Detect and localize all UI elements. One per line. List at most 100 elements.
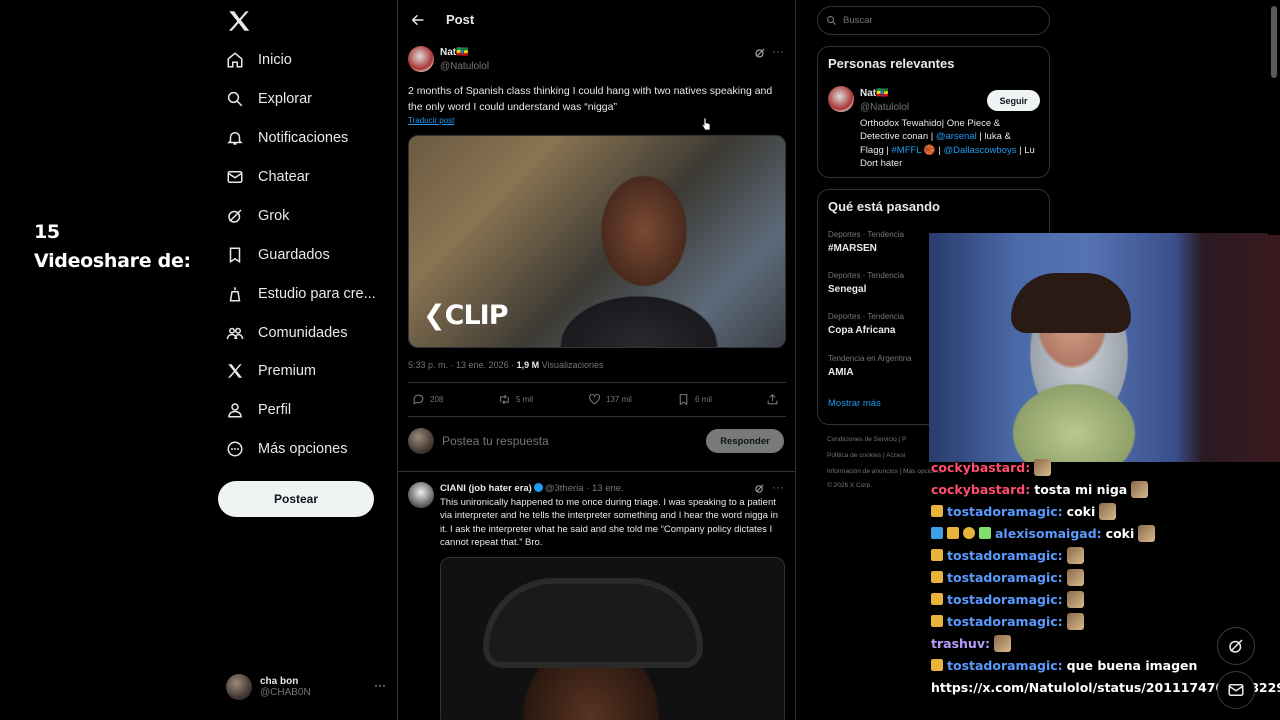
share-action[interactable] [766, 393, 779, 406]
post-media[interactable]: ❮CLIP [408, 135, 786, 348]
show-more-link[interactable]: Mostrar más [828, 398, 881, 409]
emote-icon [1066, 568, 1084, 586]
emote-icon [1066, 590, 1084, 608]
trend-category: Deportes · Tendencia [828, 312, 904, 321]
views-label: Visualizaciones [539, 360, 604, 370]
repost-action[interactable]: 5 mil [498, 393, 533, 406]
author-handle[interactable]: @Natulolol [440, 61, 489, 72]
person-name[interactable]: Nat🇪🇹 [860, 88, 889, 99]
reply-button[interactable]: Responder [706, 429, 784, 453]
trend-category: Deportes · Tendencia [828, 271, 904, 280]
post-author: Nat🇪🇹 @Natulolol ··· [408, 44, 788, 74]
reply-date[interactable]: · 13 ene. [586, 483, 624, 494]
post-time[interactable]: 5:33 p. m. · 13 ene. 2026 · [408, 360, 517, 370]
bio-link[interactable]: @Dallascowboys [943, 145, 1016, 156]
messages-float-button[interactable] [1217, 671, 1255, 709]
back-arrow-icon[interactable] [410, 12, 426, 28]
scrollbar-thumb[interactable] [1271, 6, 1277, 78]
trend-item[interactable]: Deportes · Tendencia Senegal [828, 271, 904, 295]
follow-button[interactable]: Seguir [987, 90, 1040, 111]
nav-item-estudio[interactable]: Estudio para cre... [226, 280, 376, 308]
reply-post[interactable]: CIANI (job hater era) @3theria · 13 ene. … [408, 480, 788, 720]
trend-item[interactable]: Tendencia en Argentina AMIA [828, 354, 912, 378]
grok-icon[interactable] [754, 47, 766, 59]
reply-author-name[interactable]: CIANI (job hater era) [440, 483, 532, 494]
post-detail: Post Nat🇪🇹 @Natulolol ··· 2 months of Sp… [397, 0, 796, 720]
post-meta: 5:33 p. m. · 13 ene. 2026 · 1,9 M Visual… [408, 360, 603, 370]
chat-message: tostadoramagic: [931, 589, 1084, 609]
search-input[interactable]: Buscar [817, 6, 1050, 35]
chat-message: tostadoramagic: que buena imagen [931, 655, 1197, 675]
share-icon [767, 393, 778, 405]
post-header: Post [398, 0, 796, 40]
chat-text: coki [1066, 503, 1096, 519]
bookmark-action[interactable]: 6 mil [677, 393, 712, 406]
chat-username: trashuv: [931, 635, 990, 651]
nav-item-premium[interactable]: Premium [226, 357, 316, 385]
divider [408, 382, 786, 383]
avatar[interactable] [828, 86, 854, 112]
like-action[interactable]: 137 mil [588, 393, 632, 406]
reply-header: CIANI (job hater era) @3theria · 13 ene. [440, 483, 624, 494]
media-watermark: ❮CLIP [423, 300, 508, 331]
chat-message: tostadoramagic: [931, 567, 1084, 587]
reply-input[interactable]: Postea tu respuesta [442, 434, 549, 448]
stream-overlay-label: 15 Videoshare de: [34, 218, 191, 276]
nav-item-comunidades[interactable]: Comunidades [226, 319, 347, 347]
avatar[interactable] [408, 482, 434, 508]
x-logo-icon[interactable] [226, 8, 252, 34]
nav-item-grok[interactable]: Grok [226, 202, 289, 230]
more-icon[interactable]: ··· [772, 480, 784, 494]
author-name[interactable]: Nat🇪🇹 [440, 47, 469, 58]
person-handle[interactable]: @Natulolol [860, 102, 909, 113]
footer-links[interactable]: Política de cookies | Accesi [827, 452, 905, 459]
more-icon[interactable]: ··· [772, 44, 784, 58]
home-icon [227, 52, 243, 68]
trend-item[interactable]: Deportes · Tendencia #MARSEN [828, 230, 904, 254]
nav-item-perfil[interactable]: Perfil [226, 396, 291, 424]
page-scrollbar[interactable] [1268, 0, 1280, 235]
nav-item-guardados[interactable]: Guardados [226, 241, 330, 269]
webcam-figure [1011, 273, 1131, 333]
avatar[interactable] [408, 46, 434, 72]
grok-float-button[interactable] [1217, 627, 1255, 665]
chat-username: cockybastard: [931, 459, 1031, 475]
trend-topic: Senegal [828, 284, 867, 295]
trend-category: Tendencia en Argentina [828, 354, 912, 363]
chat-username: alexisomaigad: [995, 525, 1102, 541]
trend-item[interactable]: Deportes · Tendencia Copa Africana [828, 312, 904, 336]
nav-item-explorar[interactable]: Explorar [226, 85, 312, 113]
badge-icon [963, 527, 975, 539]
crown-badge-icon [931, 659, 943, 671]
crown-badge-icon [947, 527, 959, 539]
nav-item-notificaciones[interactable]: Notificaciones [226, 124, 348, 152]
emote-icon [993, 634, 1011, 652]
bio-link[interactable]: @arsenal [936, 131, 977, 142]
reply-author-handle[interactable]: @3theria [545, 483, 584, 494]
relevant-people-card: Personas relevantes Nat🇪🇹 @Natulolol Seg… [817, 46, 1050, 178]
crown-badge-icon [931, 615, 943, 627]
nav-item-inicio[interactable]: Inicio [226, 46, 292, 74]
nav-label: Chatear [258, 169, 310, 185]
translate-link[interactable]: Traducir post [408, 116, 454, 125]
reply-media[interactable] [440, 557, 785, 720]
reply-icon [413, 394, 424, 405]
divider [408, 416, 786, 417]
chat-message: cockybastard: tosta mi niga [931, 479, 1149, 499]
nav-item-mas-opciones[interactable]: Más opciones [226, 435, 347, 463]
account-switcher[interactable]: cha bon @CHAB0N ··· [226, 672, 386, 702]
post-text: 2 months of Spanish class thinking I cou… [408, 85, 773, 113]
nav-label: Premium [258, 363, 317, 379]
divider [398, 471, 796, 472]
nav-item-chatear[interactable]: Chatear [226, 163, 310, 191]
post-button[interactable]: Postear [218, 481, 374, 517]
grok-icon[interactable] [754, 483, 765, 494]
bio-link[interactable]: #MFFL [892, 145, 922, 156]
chat-message: tostadoramagic: [931, 545, 1084, 565]
emote-icon [1099, 502, 1117, 520]
footer-links[interactable]: Condiciones de Servicio | P [827, 436, 906, 443]
reply-action[interactable]: 208 [412, 393, 443, 406]
emote-icon [1131, 480, 1149, 498]
chat-username: tostadoramagic: [947, 613, 1063, 629]
nav-label: Comunidades [258, 325, 348, 341]
